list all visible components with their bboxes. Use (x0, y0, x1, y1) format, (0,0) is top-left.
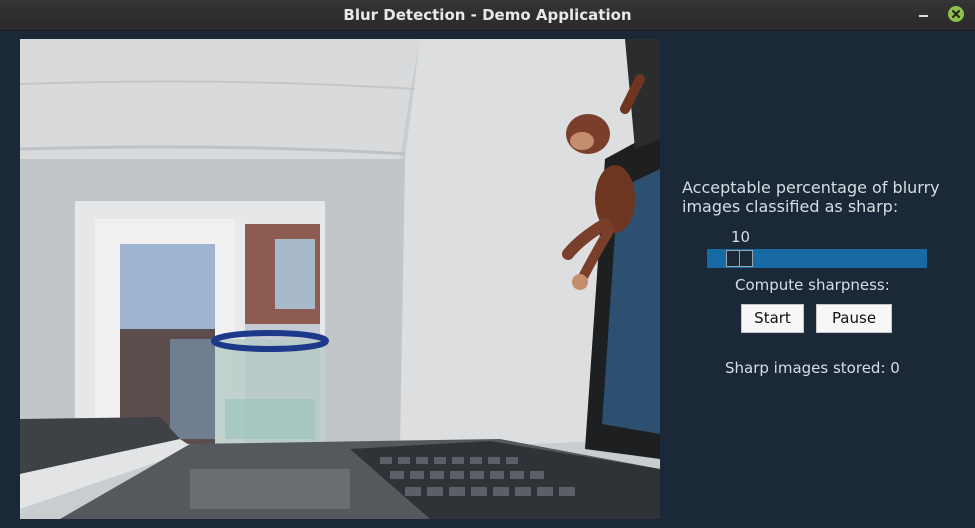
compute-sharpness-label: Compute sharpness: (735, 276, 890, 294)
sharp-images-stored-label: Sharp images stored: 0 (725, 359, 900, 377)
pause-button[interactable]: Pause (816, 304, 892, 333)
threshold-label: Acceptable percentage of blurry images c… (682, 178, 940, 216)
start-button[interactable]: Start (741, 304, 804, 333)
slider-handle[interactable] (726, 250, 753, 267)
close-icon[interactable] (948, 6, 964, 22)
minimize-icon[interactable] (915, 4, 933, 24)
title-bar: Blur Detection - Demo Application (0, 0, 975, 31)
threshold-value: 10 (731, 228, 751, 246)
camera-preview (20, 39, 660, 519)
window-title: Blur Detection - Demo Application (343, 6, 632, 24)
threshold-slider[interactable] (707, 249, 927, 268)
